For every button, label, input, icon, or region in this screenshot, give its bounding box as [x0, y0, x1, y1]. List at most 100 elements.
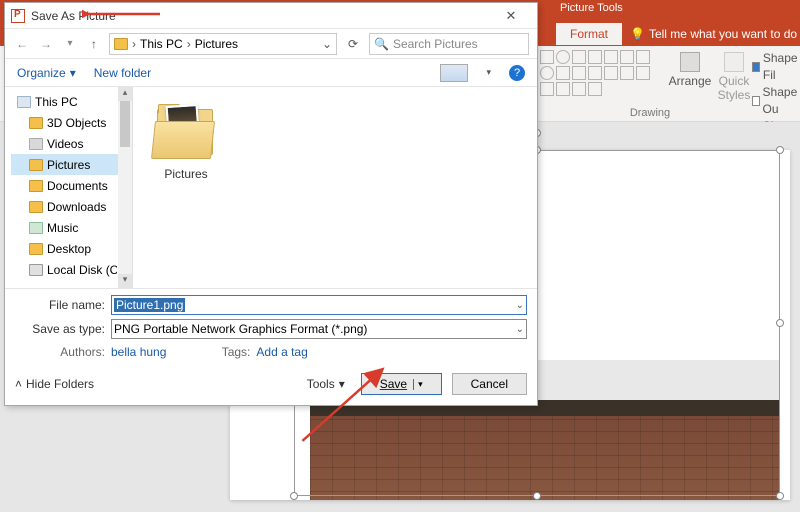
- chevron-down-icon[interactable]: ⌄: [516, 300, 524, 311]
- tree-desktop[interactable]: Desktop: [11, 238, 132, 259]
- sidebar-scrollbar[interactable]: ▴ ▾: [118, 87, 132, 288]
- folder-tree: This PC 3D Objects Videos Pictures Docum…: [5, 87, 132, 280]
- tree-videos[interactable]: Videos: [11, 133, 132, 154]
- new-folder-button[interactable]: New folder: [94, 66, 151, 80]
- authors-label: Authors:: [15, 345, 111, 359]
- organize-label: Organize: [17, 66, 66, 80]
- resize-handle-mr[interactable]: [776, 319, 784, 327]
- chevron-down-icon: ▾: [339, 377, 345, 391]
- scroll-thumb[interactable]: [120, 101, 130, 147]
- nav-up-button[interactable]: ↑: [85, 37, 103, 51]
- tree-downloads[interactable]: Downloads: [11, 196, 132, 217]
- shape-fill-button[interactable]: Shape Fil: [752, 50, 800, 84]
- chevron-down-icon[interactable]: ⌄: [516, 324, 524, 335]
- powerpoint-icon: [11, 9, 25, 23]
- resize-handle-br[interactable]: [776, 492, 784, 500]
- saveastype-field[interactable]: PNG Portable Network Graphics Format (*.…: [111, 319, 527, 339]
- close-button[interactable]: ✕: [491, 8, 531, 24]
- tell-me-search[interactable]: 💡 Tell me what you want to do: [630, 27, 797, 41]
- search-placeholder: Search Pictures: [393, 37, 478, 51]
- videos-icon: [29, 138, 43, 150]
- breadcrumb-current[interactable]: Pictures: [195, 37, 238, 51]
- tree-music[interactable]: Music: [11, 217, 132, 238]
- dialog-body: This PC 3D Objects Videos Pictures Docum…: [5, 87, 537, 288]
- scroll-up-button[interactable]: ▴: [118, 87, 132, 101]
- quick-styles-icon: [724, 52, 744, 72]
- tree-local-disk[interactable]: Local Disk (C:): [11, 259, 132, 280]
- tree-label: Music: [47, 221, 78, 235]
- hide-folders-button[interactable]: ˄Hide Folders: [15, 377, 94, 391]
- save-split-dropdown[interactable]: ▾: [413, 379, 423, 390]
- dialog-toolbar: Organize ▾ New folder ▾ ?: [5, 59, 537, 87]
- hide-folders-label: Hide Folders: [26, 377, 94, 391]
- arrange-icon: [680, 52, 700, 72]
- save-as-picture-dialog: Save As Picture ✕ ← → ▾ ↑ › This PC › Pi…: [4, 2, 538, 406]
- nav-back-button[interactable]: ←: [13, 37, 31, 51]
- tree-label: Desktop: [47, 242, 91, 256]
- chevron-down-icon[interactable]: ▾: [486, 67, 491, 78]
- folder-item-pictures[interactable]: Pictures: [141, 95, 231, 181]
- authors-value[interactable]: bella hung: [111, 345, 196, 359]
- downloads-icon: [29, 201, 43, 213]
- tab-format[interactable]: Format: [556, 23, 622, 45]
- refresh-button[interactable]: ⟳: [343, 37, 363, 51]
- chevron-down-icon: ▾: [70, 66, 76, 80]
- folder-icon: [114, 38, 128, 50]
- chevron-right-icon: ›: [187, 37, 191, 51]
- tree-label: Documents: [47, 179, 108, 193]
- arrange-button[interactable]: Arrange: [668, 52, 712, 88]
- cancel-button[interactable]: Cancel: [452, 373, 527, 395]
- shape-outline-label: Shape Ou: [763, 84, 800, 118]
- fill-swatch-icon: [752, 62, 760, 72]
- outline-swatch-icon: [752, 96, 760, 106]
- contextual-tools-label: Picture Tools: [560, 2, 623, 14]
- filename-value: Picture1.png: [114, 298, 185, 312]
- view-options-button[interactable]: [440, 64, 468, 82]
- dialog-nav-bar: ← → ▾ ↑ › This PC › Pictures ⌄ ⟳ 🔍 Searc…: [5, 29, 537, 59]
- tools-button[interactable]: Tools▾: [307, 377, 345, 391]
- dialog-titlebar[interactable]: Save As Picture ✕: [5, 3, 537, 29]
- resize-handle-tr[interactable]: [776, 146, 784, 154]
- shapes-gallery[interactable]: [540, 50, 660, 106]
- filename-label: File name:: [15, 298, 111, 312]
- ribbon-group-drawing: Drawing: [540, 107, 760, 119]
- save-button[interactable]: Save ▾: [361, 373, 442, 395]
- tell-me-label: Tell me what you want to do: [649, 27, 797, 41]
- folder-label: Pictures: [141, 167, 231, 181]
- organize-button[interactable]: Organize ▾: [17, 66, 76, 80]
- nav-recent-button[interactable]: ▾: [61, 38, 79, 49]
- tags-value[interactable]: Add a tag: [256, 345, 337, 359]
- saveastype-value: PNG Portable Network Graphics Format (*.…: [114, 322, 367, 336]
- resize-handle-bm[interactable]: [533, 492, 541, 500]
- resize-handle-bl[interactable]: [290, 492, 298, 500]
- search-box[interactable]: 🔍 Search Pictures: [369, 33, 529, 55]
- breadcrumb-root[interactable]: This PC: [140, 37, 183, 51]
- tree-documents[interactable]: Documents: [11, 175, 132, 196]
- tree-3d-objects[interactable]: 3D Objects: [11, 112, 132, 133]
- documents-icon: [29, 180, 43, 192]
- lightbulb-icon: 💡: [630, 27, 645, 41]
- file-list-pane[interactable]: Pictures: [133, 87, 537, 288]
- desktop-icon: [29, 243, 43, 255]
- nav-forward-button[interactable]: →: [37, 37, 55, 51]
- scroll-down-button[interactable]: ▾: [118, 274, 132, 288]
- pc-icon: [17, 96, 31, 108]
- disk-icon: [29, 264, 43, 276]
- tree-label: Downloads: [47, 200, 106, 214]
- quick-styles-button[interactable]: Quick Styles: [714, 52, 754, 102]
- address-dropdown[interactable]: ⌄: [322, 37, 332, 51]
- tree-label: This PC: [35, 95, 78, 109]
- tree-pictures[interactable]: Pictures: [11, 154, 132, 175]
- filename-field[interactable]: Picture1.png ⌄: [111, 295, 527, 315]
- arrange-label: Arrange: [669, 74, 712, 88]
- help-button[interactable]: ?: [509, 65, 525, 81]
- address-bar[interactable]: › This PC › Pictures ⌄: [109, 33, 337, 55]
- quick-styles-label: Quick Styles: [718, 74, 751, 102]
- folder-thumbnail: [153, 103, 219, 161]
- tree-label: 3D Objects: [47, 116, 106, 130]
- folder-icon: [29, 117, 43, 129]
- tree-label: Local Disk (C:): [47, 263, 117, 277]
- tree-this-pc[interactable]: This PC: [11, 91, 132, 112]
- save-label: Save: [380, 377, 407, 391]
- tree-label: Videos: [47, 137, 83, 151]
